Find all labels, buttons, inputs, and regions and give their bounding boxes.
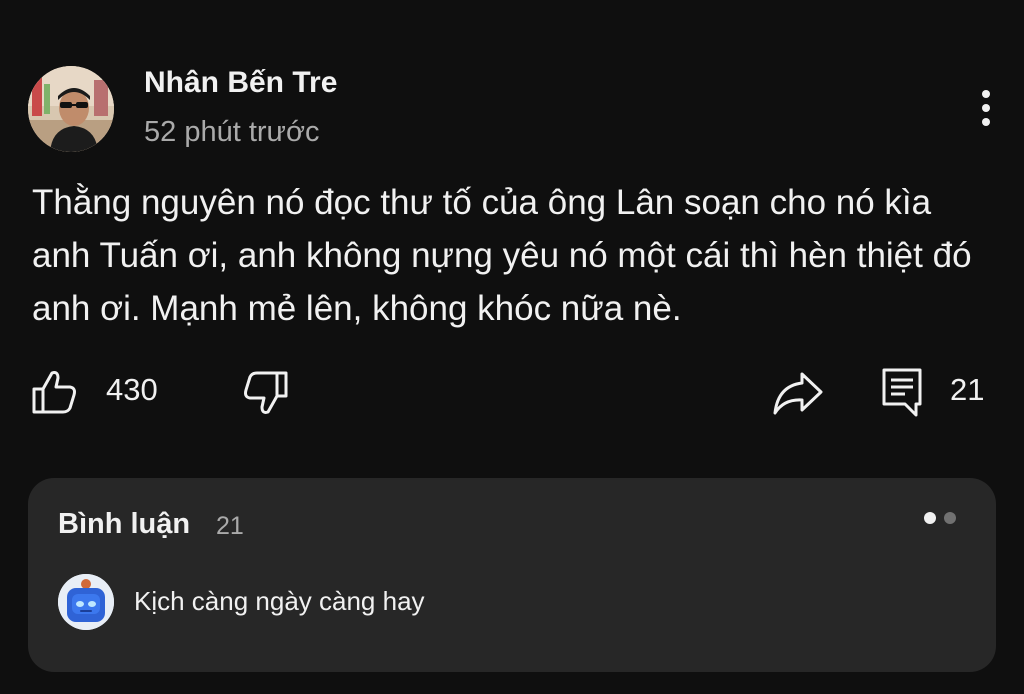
commenter-avatar[interactable]: [58, 574, 114, 630]
pager-dot-inactive: [944, 512, 956, 524]
author-avatar-image: [28, 66, 114, 152]
share-button[interactable]: [772, 370, 824, 416]
comment-button[interactable]: [880, 366, 924, 418]
more-vertical-icon-dot: [982, 118, 990, 126]
post-body: Thằng nguyên nó đọc thư tố của ông Lân s…: [32, 183, 972, 328]
comments-panel-count: 21: [216, 512, 244, 540]
more-vertical-icon: [982, 90, 990, 98]
more-options-button[interactable]: [968, 84, 1004, 132]
comment-count: 21: [950, 372, 985, 407]
top-comment-text: Kịch càng ngày càng hay: [134, 586, 425, 616]
comments-title: Bình luận: [58, 508, 191, 540]
post-timestamp: 52 phút trước: [144, 116, 320, 148]
author-avatar[interactable]: [28, 66, 114, 152]
author-name[interactable]: Nhân Bến Tre: [144, 66, 337, 100]
community-post: Nhân Bến Tre 52 phút trước Thằng nguyên …: [0, 0, 1024, 694]
comments-pager: [924, 512, 956, 524]
comment-icon: [882, 368, 922, 417]
dislike-button[interactable]: [242, 368, 290, 418]
like-button[interactable]: [30, 366, 78, 416]
comments-panel[interactable]: Bình luận 21 Kịch càng ngày càng hay: [28, 478, 996, 672]
pager-dot-active: [924, 512, 936, 524]
commenter-avatar-image: [58, 574, 114, 630]
share-icon: [773, 372, 823, 415]
like-count: 430: [106, 372, 158, 407]
thumbs-up-icon: [32, 371, 76, 414]
more-vertical-icon-dot: [982, 104, 990, 112]
thumbs-down-icon: [244, 371, 288, 414]
